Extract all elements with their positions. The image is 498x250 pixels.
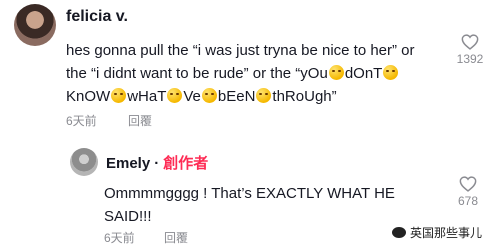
crying-emoji-icon (328, 65, 344, 80)
angry-emoji-icon (383, 65, 399, 80)
comment-fragment: the “i didnt want to be rude” or the “yO… (66, 65, 328, 82)
like-button[interactable]: 678 (448, 176, 488, 208)
avatar[interactable] (14, 4, 56, 46)
creator-badge: 創作者 (163, 155, 209, 172)
reply-header: Emely · 創作者 (106, 152, 208, 173)
pensive-emoji-icon (256, 88, 272, 103)
comment-username[interactable]: felicia v. (66, 8, 128, 26)
comment-fragment: thRoUgh” (272, 88, 337, 105)
like-button[interactable]: 1392 (450, 34, 490, 66)
heart-outline-icon[interactable] (461, 34, 479, 50)
comment-text: hes gonna pull the “i was just tryna be … (66, 39, 415, 108)
comment-thread: felicia v. hes gonna pull the “i was jus… (0, 0, 498, 250)
reply-timestamp: 6天前 (104, 231, 135, 245)
comment-fragment: wHaT (127, 88, 167, 105)
weary-emoji-icon (111, 88, 127, 103)
comment-line: KnOW wHaT Ve bEeN thRoUgh” (66, 85, 415, 108)
comment-fragment: Ve (183, 88, 201, 105)
sad-sweat-emoji-icon (201, 88, 217, 103)
heart-outline-icon[interactable] (459, 176, 477, 192)
reply-text: Ommmmgggg ! That’s EXACTLY WHAT HE SAID!… (104, 182, 395, 228)
avatar[interactable] (70, 148, 98, 176)
watermark-text: 英国那些事儿 (409, 226, 482, 240)
crying-emoji-icon (167, 88, 183, 103)
comment-line: the “i didnt want to be rude” or the “yO… (66, 62, 415, 85)
wechat-icon (391, 227, 406, 238)
comment-fragment: bEeN (217, 88, 256, 105)
separator: · (154, 155, 160, 172)
reply-line: Ommmmgggg ! That’s EXACTLY WHAT HE (104, 185, 395, 202)
comment-fragment: dOnT (344, 65, 383, 82)
comment-line: hes gonna pull the “i was just tryna be … (66, 42, 415, 59)
reply-username[interactable]: Emely (106, 155, 150, 172)
like-count: 678 (457, 194, 479, 208)
watermark: 英国那些事儿 (387, 222, 486, 243)
reply-button[interactable]: 回覆 (128, 112, 152, 129)
reply-button[interactable]: 回覆 (164, 229, 188, 246)
comment-timestamp: 6天前 (66, 114, 97, 128)
reply-line: SAID!!! (104, 208, 152, 225)
like-count: 1392 (456, 52, 484, 66)
comment-fragment: KnOW (66, 88, 111, 105)
